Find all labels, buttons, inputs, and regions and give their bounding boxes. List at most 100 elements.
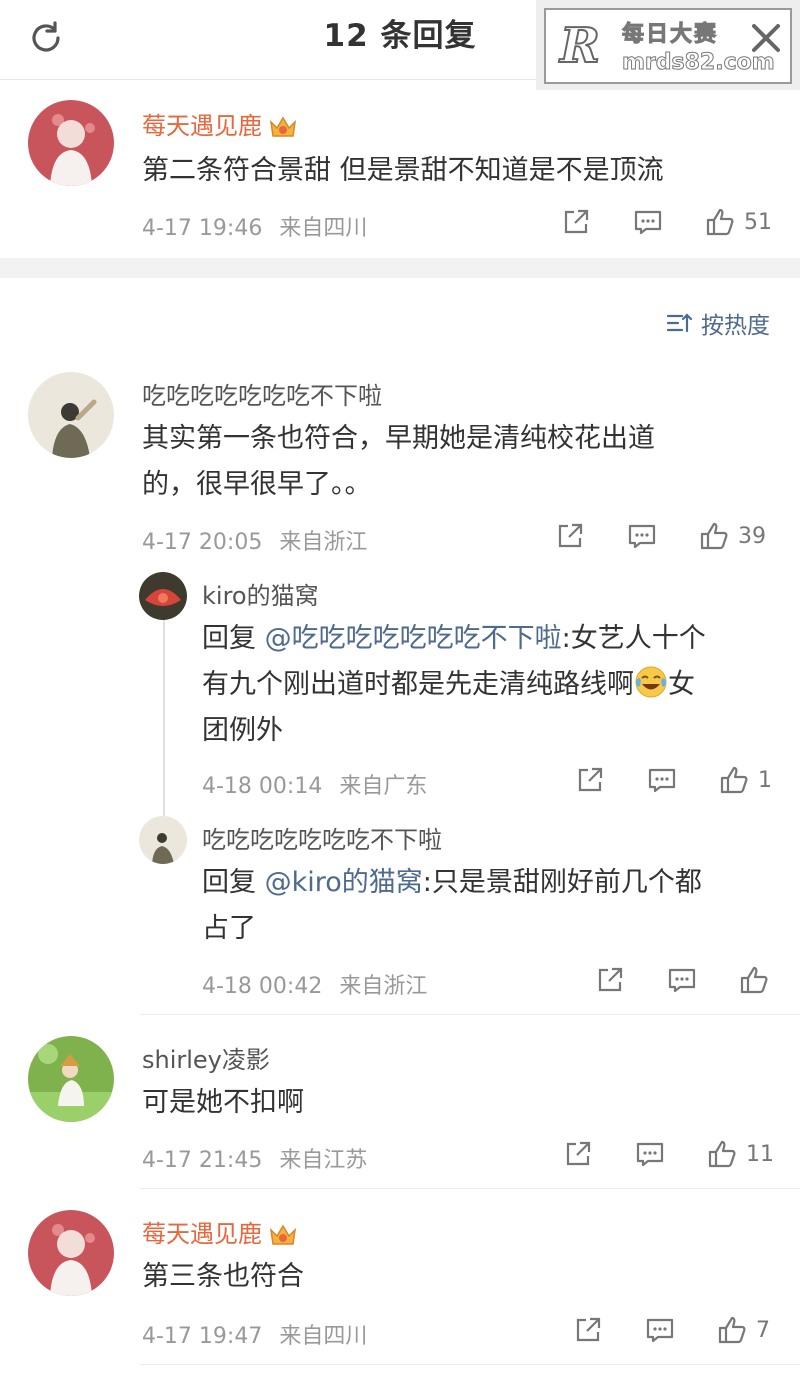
comment-actions: 39 bbox=[554, 520, 766, 552]
thumbs-up-icon bbox=[740, 966, 768, 994]
divider bbox=[140, 1364, 800, 1365]
thumbs-up-icon bbox=[720, 766, 748, 794]
comment-text-line: 的，很早很早了。。 bbox=[142, 469, 372, 500]
like-button[interactable] bbox=[738, 964, 778, 996]
like-button[interactable]: 7 bbox=[716, 1314, 770, 1346]
comment-text: 第二条符合景甜 但是景甜不知道是不是顶流 bbox=[142, 155, 664, 186]
comment-location: 来自四川 bbox=[279, 216, 368, 241]
reply-text-segment: :只是景甜刚好前几个都 bbox=[422, 867, 702, 898]
section-separator bbox=[0, 258, 800, 278]
username[interactable]: 莓天遇见鹿 bbox=[142, 1214, 298, 1249]
comment-text: 第三条也符合 bbox=[142, 1261, 304, 1292]
comment-icon bbox=[668, 968, 696, 993]
comment-icon bbox=[634, 210, 662, 235]
avatar[interactable] bbox=[28, 1210, 114, 1296]
comment-meta: 4-17 20:05 来自浙江 bbox=[142, 524, 367, 556]
like-count: 39 bbox=[738, 523, 766, 549]
reply-actions: 1 bbox=[574, 764, 772, 796]
like-button[interactable]: 51 bbox=[704, 206, 772, 238]
reply-button[interactable] bbox=[666, 964, 698, 996]
crown-badge-icon bbox=[269, 116, 297, 137]
reply-location: 来自浙江 bbox=[339, 974, 428, 999]
comment-meta: 4-17 19:46 来自四川 bbox=[142, 210, 367, 242]
reply-text: 回复 @kiro的猫窝:只是景甜刚好前几个都 占了 bbox=[202, 860, 702, 952]
reply-button[interactable] bbox=[634, 1138, 666, 1170]
share-icon bbox=[564, 209, 589, 234]
reply-location: 来自广东 bbox=[339, 774, 428, 799]
reply-text-line: 团例外 bbox=[202, 715, 283, 746]
comment-time: 4-17 19:46 bbox=[142, 216, 263, 241]
share-button[interactable] bbox=[562, 1138, 594, 1170]
comment-time: 4-17 20:05 bbox=[142, 530, 263, 555]
reply-button[interactable] bbox=[646, 764, 678, 796]
reply-text-line: 回复 @kiro的猫窝:只是景甜刚好前几个都 bbox=[202, 860, 702, 906]
watermark-box: R 每日大赛 mrds82.com bbox=[544, 8, 792, 84]
share-button[interactable] bbox=[594, 964, 626, 996]
share-button[interactable] bbox=[554, 520, 586, 552]
mention-link[interactable]: @吃吃吃吃吃吃吃不下啦 bbox=[265, 623, 562, 654]
username-text: 莓天遇见鹿 bbox=[142, 112, 262, 140]
avatar[interactable] bbox=[28, 372, 114, 458]
username[interactable]: kiro的猫窝 bbox=[202, 576, 319, 611]
sort-toggle[interactable]: 按热度 bbox=[665, 306, 770, 340]
watermark-logo: R bbox=[559, 17, 601, 75]
reply-text-line: 有九个刚出道时都是先走清纯路线啊 女 bbox=[202, 662, 706, 708]
reply-button[interactable] bbox=[644, 1314, 676, 1346]
divider bbox=[140, 1014, 800, 1015]
like-button[interactable]: 11 bbox=[706, 1138, 774, 1170]
username-text: 莓天遇见鹿 bbox=[142, 1220, 262, 1248]
laughing-tears-emoji-icon bbox=[635, 666, 667, 698]
like-button[interactable]: 1 bbox=[718, 764, 772, 796]
username[interactable]: shirley凌影 bbox=[142, 1040, 270, 1075]
sort-icon bbox=[666, 313, 693, 333]
avatar[interactable] bbox=[139, 816, 187, 864]
comment-icon bbox=[628, 524, 656, 549]
reply-text-segment: 有九个刚出道时都是先走清纯路线啊 bbox=[202, 669, 634, 700]
reply-text-line: 回复 @吃吃吃吃吃吃吃不下啦:女艺人十个 bbox=[202, 616, 706, 662]
share-icon bbox=[566, 1141, 591, 1166]
mention-link[interactable]: @kiro的猫窝 bbox=[265, 867, 423, 898]
reply-time: 4-18 00:14 bbox=[202, 774, 323, 799]
comment-time: 4-17 21:45 bbox=[142, 1148, 263, 1173]
comment-text-line: 其实第一条也符合，早期她是清纯校花出道 bbox=[142, 423, 655, 454]
comment-icon bbox=[636, 1142, 664, 1167]
comment-icon bbox=[646, 1318, 674, 1343]
comment-time: 4-17 19:47 bbox=[142, 1324, 263, 1349]
reply-button[interactable] bbox=[626, 520, 658, 552]
reply-text-segment: 女 bbox=[668, 669, 695, 700]
comment-location: 来自四川 bbox=[279, 1324, 368, 1349]
thumbs-up-icon bbox=[718, 1316, 746, 1344]
share-icon bbox=[558, 523, 583, 548]
comment-meta: 4-17 21:45 来自江苏 bbox=[142, 1142, 367, 1174]
reply-text-segment: :女艺人十个 bbox=[561, 623, 706, 654]
comment-location: 来自江苏 bbox=[279, 1148, 368, 1173]
like-count: 7 bbox=[756, 1317, 770, 1343]
comment-icon bbox=[648, 768, 676, 793]
thumbs-up-icon bbox=[700, 522, 728, 550]
share-button[interactable] bbox=[574, 764, 606, 796]
sort-label: 按热度 bbox=[701, 313, 770, 339]
reply-text-line: 占了 bbox=[202, 913, 256, 944]
share-icon bbox=[576, 1317, 601, 1342]
reply-text: 回复 @吃吃吃吃吃吃吃不下啦:女艺人十个 有九个刚出道时都是先走清纯路线啊 女 团… bbox=[202, 616, 706, 754]
divider bbox=[140, 1188, 800, 1189]
like-count: 51 bbox=[744, 209, 772, 235]
close-icon[interactable] bbox=[746, 18, 786, 58]
thumbs-up-icon bbox=[706, 208, 734, 236]
reply-button[interactable] bbox=[632, 206, 664, 238]
username[interactable]: 吃吃吃吃吃吃吃不下啦 bbox=[202, 820, 442, 855]
reply-meta: 4-18 00:42 来自浙江 bbox=[202, 968, 427, 1000]
comment-location: 来自浙江 bbox=[279, 530, 368, 555]
thumbs-up-icon bbox=[708, 1140, 736, 1168]
avatar[interactable] bbox=[139, 572, 187, 620]
share-button[interactable] bbox=[572, 1314, 604, 1346]
avatar[interactable] bbox=[28, 100, 114, 186]
username[interactable]: 吃吃吃吃吃吃吃不下啦 bbox=[142, 376, 382, 411]
reply-actions bbox=[594, 964, 778, 996]
reply-prefix: 回复 bbox=[202, 867, 265, 898]
avatar[interactable] bbox=[28, 1036, 114, 1122]
watermark: R 每日大赛 mrds82.com bbox=[536, 0, 800, 90]
like-button[interactable]: 39 bbox=[698, 520, 766, 552]
username[interactable]: 莓天遇见鹿 bbox=[142, 106, 298, 141]
share-button[interactable] bbox=[560, 206, 592, 238]
